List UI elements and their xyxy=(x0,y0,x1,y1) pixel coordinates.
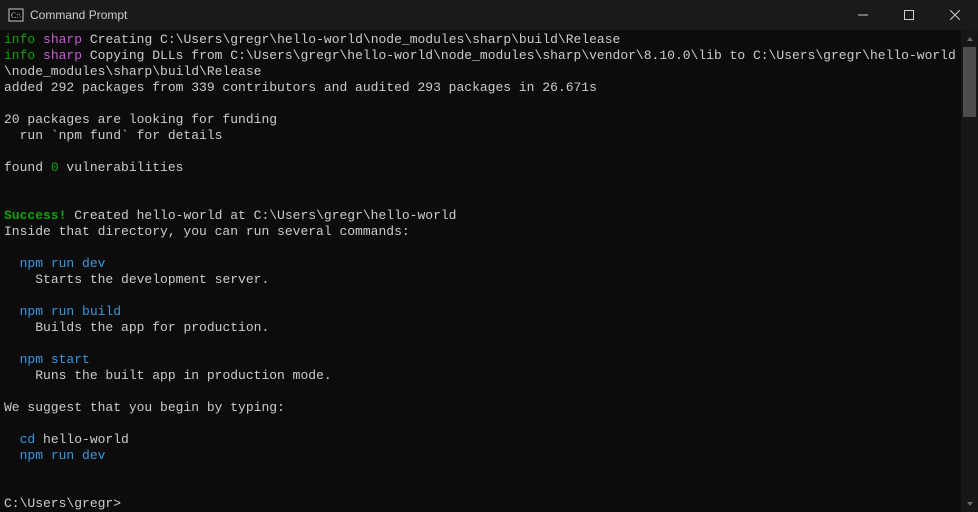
sharp-tag: sharp xyxy=(43,32,82,47)
svg-text:C:\: C:\ xyxy=(11,11,22,20)
scroll-thumb[interactable] xyxy=(963,47,976,117)
scroll-down-icon[interactable] xyxy=(961,495,978,512)
command-desc: Builds the app for production. xyxy=(4,320,269,335)
info-tag: info xyxy=(4,32,35,47)
terminal-area: info sharp Creating C:\Users\gregr\hello… xyxy=(0,30,978,512)
command-hint: npm run build xyxy=(4,304,121,319)
terminal-output[interactable]: info sharp Creating C:\Users\gregr\hello… xyxy=(0,30,961,512)
log-text: found xyxy=(4,160,51,175)
window-buttons xyxy=(840,0,978,30)
scroll-track[interactable] xyxy=(961,47,978,495)
log-line: info sharp Copying DLLs from C:\Users\gr… xyxy=(4,48,956,79)
title-bar[interactable]: C:\ Command Prompt xyxy=(0,0,978,30)
window-title: Command Prompt xyxy=(30,7,127,23)
cd-line: cd hello-world xyxy=(4,432,129,447)
cd-cmd: cd xyxy=(4,432,43,447)
maximize-button[interactable] xyxy=(886,0,932,30)
minimize-button[interactable] xyxy=(840,0,886,30)
log-line: Inside that directory, you can run sever… xyxy=(4,224,410,239)
vuln-count: 0 xyxy=(51,160,59,175)
sharp-tag: sharp xyxy=(43,48,82,63)
log-text: Created hello-world at C:\Users\gregr\he… xyxy=(66,208,456,223)
command-hint: npm start xyxy=(4,352,90,367)
info-tag: info xyxy=(4,48,35,63)
command-desc: Starts the development server. xyxy=(4,272,269,287)
scroll-up-icon[interactable] xyxy=(961,30,978,47)
cd-target: hello-world xyxy=(43,432,129,447)
log-line: We suggest that you begin by typing: xyxy=(4,400,285,415)
log-line: added 292 packages from 339 contributors… xyxy=(4,80,597,95)
success-label: Success! xyxy=(4,208,66,223)
scrollbar[interactable] xyxy=(961,30,978,512)
log-text: vulnerabilities xyxy=(59,160,184,175)
vulnerabilities-line: found 0 vulnerabilities xyxy=(4,160,183,175)
close-button[interactable] xyxy=(932,0,978,30)
log-text: Copying DLLs from C:\Users\gregr\hello-w… xyxy=(4,48,956,79)
log-line: 20 packages are looking for funding xyxy=(4,112,277,127)
log-text: Creating C:\Users\gregr\hello-world\node… xyxy=(82,32,620,47)
success-line: Success! Created hello-world at C:\Users… xyxy=(4,208,457,223)
log-line: run `npm fund` for details xyxy=(4,128,222,143)
log-line: info sharp Creating C:\Users\gregr\hello… xyxy=(4,32,620,47)
command-hint: npm run dev xyxy=(4,256,105,271)
cmd-icon: C:\ xyxy=(8,7,24,23)
command-hint: npm run dev xyxy=(4,448,105,463)
prompt: C:\Users\gregr> xyxy=(4,496,121,511)
command-desc: Runs the built app in production mode. xyxy=(4,368,332,383)
